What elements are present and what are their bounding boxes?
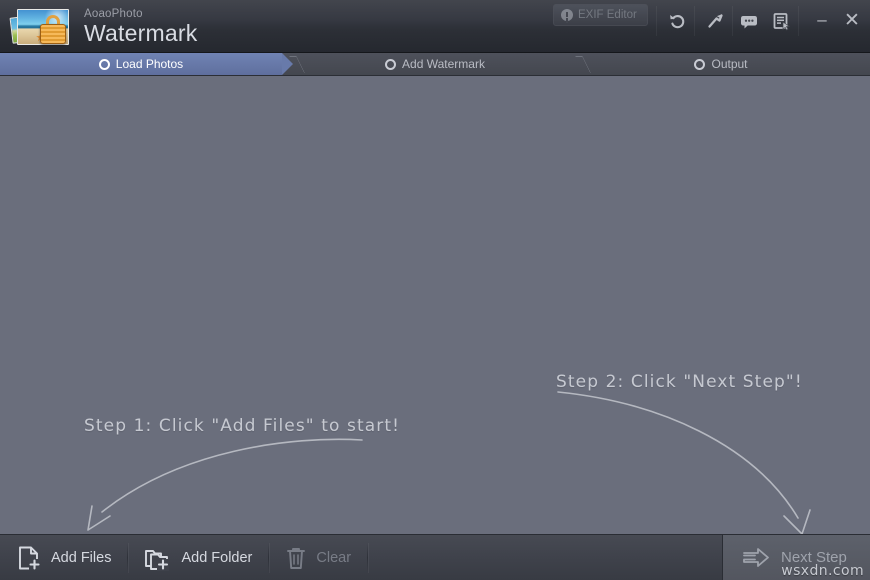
toolbar-divider (798, 6, 799, 36)
close-icon: ✕ (844, 9, 860, 31)
add-folder-button[interactable]: Add Folder (128, 535, 268, 580)
register-button[interactable] (762, 7, 800, 35)
file-plus-icon (19, 546, 40, 570)
clear-label: Clear (316, 549, 352, 566)
bottom-toolbar: Add Files Add Folder Clear Next Step wsx… (0, 534, 870, 580)
hint-step-2: Step 2: Click "Next Step"! (556, 372, 803, 392)
photo-list-area[interactable]: Step 1: Click "Add Files" to start! Step… (0, 76, 870, 534)
minimize-icon: – (817, 10, 827, 29)
add-folder-label: Add Folder (181, 549, 253, 566)
minimize-button[interactable]: – (806, 6, 838, 34)
close-button[interactable]: ✕ (836, 6, 868, 34)
wrench-icon (708, 14, 723, 28)
exif-editor-button[interactable]: EXIF Editor (553, 4, 648, 26)
site-watermark: wsxdn.com (781, 563, 864, 579)
arrow-right-icon (743, 547, 769, 567)
brand-title: Watermark (84, 20, 198, 46)
clear-button[interactable]: Clear (269, 535, 367, 580)
title-bar: AoaoPhoto Watermark EXIF Editor – ✕ (0, 0, 870, 53)
undo-arrow-icon (670, 15, 685, 29)
step-navigation-bar: Load Photos Add Watermark Output (0, 53, 870, 76)
app-window: AoaoPhoto Watermark EXIF Editor – ✕ Load… (0, 0, 870, 580)
hint-arrow-2-icon (557, 391, 811, 534)
folder-plus-icon (145, 549, 170, 571)
step-output[interactable]: Output (586, 53, 856, 75)
info-circle-icon (561, 9, 573, 21)
step-label: Output (711, 57, 748, 71)
app-title: AoaoPhoto Watermark (84, 8, 197, 47)
exif-editor-label: EXIF Editor (578, 9, 637, 21)
toolbar-divider (656, 6, 657, 36)
step-bullet-icon (385, 58, 397, 70)
add-files-label: Add Files (51, 549, 112, 566)
step-bullet-icon (98, 58, 110, 70)
undo-button[interactable] (658, 7, 696, 35)
toolbar-divider (367, 542, 369, 573)
add-files-button[interactable]: Add Files (0, 535, 127, 580)
toolbar-divider (694, 6, 695, 36)
step-label: Add Watermark (402, 57, 485, 71)
speech-bubble-icon (741, 16, 757, 29)
app-logo-icon (9, 7, 76, 47)
trash-icon (287, 547, 306, 569)
document-cursor-icon (773, 13, 791, 31)
settings-button[interactable] (696, 7, 734, 35)
bottom-toolbar-actions: Add Files Add Folder Clear (0, 535, 722, 580)
step-label: Load Photos (115, 57, 184, 71)
hint-step-1: Step 1: Click "Add Files" to start! (84, 416, 401, 436)
hint-arrow-1-icon (87, 438, 363, 531)
step-add-watermark[interactable]: Add Watermark (300, 53, 570, 75)
step-load-photos[interactable]: Load Photos (0, 53, 282, 75)
step-bullet-icon (694, 58, 706, 70)
